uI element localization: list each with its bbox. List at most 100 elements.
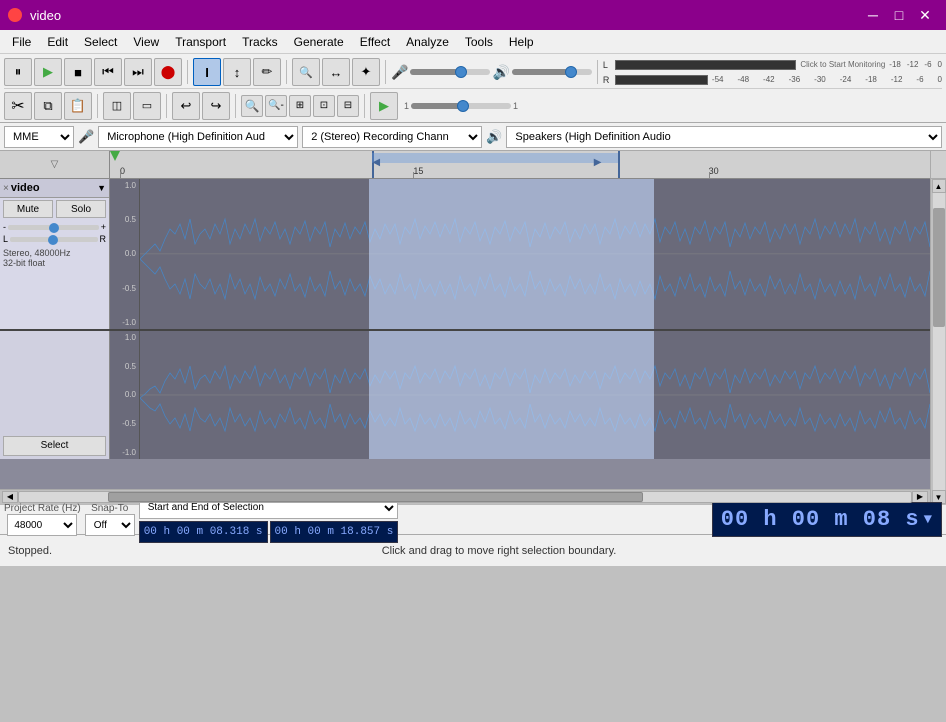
snap-select[interactable]: Off xyxy=(85,514,135,536)
menu-effect[interactable]: Effect xyxy=(352,31,398,53)
device-row: MME 🎤 Microphone (High Definition Aud 2 … xyxy=(0,123,946,151)
menu-transport[interactable]: Transport xyxy=(167,31,234,53)
mic-volume-slider[interactable] xyxy=(410,69,490,75)
mic-device-select[interactable]: Microphone (High Definition Aud xyxy=(98,126,298,148)
redo-button[interactable]: ↪ xyxy=(202,92,230,120)
vscroll-track[interactable] xyxy=(933,193,945,490)
speaker-device-select[interactable]: Speakers (High Definition Audio xyxy=(506,126,942,148)
track2-wave-svg xyxy=(140,331,930,459)
menubar: File Edit Select View Transport Tracks G… xyxy=(0,30,946,54)
track1-solo-button[interactable]: Solo xyxy=(56,200,106,218)
draw-tool[interactable]: ✏ xyxy=(253,58,281,86)
toolbar-sep2 xyxy=(286,60,287,84)
hscroll-left-button[interactable]: ◀ xyxy=(2,491,18,503)
timeshift-tool[interactable]: ↔ xyxy=(322,58,350,86)
vscroll-thumb[interactable] xyxy=(933,208,945,327)
record-button[interactable]: ⬤ xyxy=(154,58,182,86)
close-button[interactable]: ✕ xyxy=(912,2,938,28)
menu-edit[interactable]: Edit xyxy=(39,31,76,53)
multi-tool[interactable]: ✦ xyxy=(352,58,380,86)
menu-view[interactable]: View xyxy=(125,31,167,53)
pan-l-label: L xyxy=(3,234,8,244)
play-at-speed-button[interactable]: ▶ xyxy=(370,92,398,120)
undo-button[interactable]: ↩ xyxy=(172,92,200,120)
track2-waveform[interactable]: 1.0 0.5 0.0 -0.5 -1.0 xyxy=(110,331,930,459)
playback-volume-slider[interactable] xyxy=(512,69,592,75)
track1-bg xyxy=(140,179,930,329)
track1-info: Stereo, 48000Hz 32-bit float xyxy=(0,246,109,270)
host-select[interactable]: MME xyxy=(4,126,74,148)
hscroll-track[interactable] xyxy=(18,491,912,503)
menu-tools[interactable]: Tools xyxy=(457,31,501,53)
track1-close-button[interactable]: × xyxy=(3,183,9,194)
selection-start-input[interactable]: 00 h 00 m 08.318 s xyxy=(139,521,268,543)
stop-button[interactable]: ■ xyxy=(64,58,92,86)
zoom-in-button[interactable]: 🔍 xyxy=(241,95,263,117)
track1-vol-pan: - + L R xyxy=(0,220,109,246)
status-hint: Click and drag to move right selection b… xyxy=(60,545,938,557)
copy-button[interactable]: ⧉ xyxy=(34,92,62,120)
app-title: video xyxy=(30,8,860,23)
menu-file[interactable]: File xyxy=(4,31,39,53)
selection-ruler-highlight xyxy=(372,153,618,163)
vscroll-up-button[interactable]: ▲ xyxy=(932,179,946,193)
toolbar-sep3 xyxy=(385,60,386,84)
track1-mute-button[interactable]: Mute xyxy=(3,200,53,218)
zoom-tool[interactable]: 🔍 xyxy=(292,58,320,86)
track1-pan-slider[interactable] xyxy=(10,237,97,242)
track1-vol-slider[interactable] xyxy=(8,225,99,230)
maximize-button[interactable]: □ xyxy=(886,2,912,28)
zoom-selection-button[interactable]: ⊞ xyxy=(289,95,311,117)
ruler-line-30 xyxy=(709,172,710,178)
zoom-reset-button[interactable]: ⊟ xyxy=(337,95,359,117)
channels-select[interactable]: 2 (Stereo) Recording Chann xyxy=(302,126,482,148)
selection-end-marker xyxy=(618,151,620,178)
minimize-button[interactable]: ─ xyxy=(860,2,886,28)
menu-help[interactable]: Help xyxy=(501,31,542,53)
tracks-section: × video ▼ Mute Solo - + xyxy=(0,179,930,504)
menu-select[interactable]: Select xyxy=(76,31,125,53)
ruler-line-15 xyxy=(413,172,414,178)
envelope-tool[interactable]: ↕ xyxy=(223,58,251,86)
track2-select-area: Select xyxy=(0,433,109,459)
cut-button[interactable]: ✂ xyxy=(4,92,32,120)
toolbar-sep6 xyxy=(166,94,167,118)
ruler-tick-30: 30 xyxy=(709,166,719,176)
play-button[interactable]: ▶ xyxy=(34,58,62,86)
menu-tracks[interactable]: Tracks xyxy=(234,31,286,53)
selection-tool[interactable]: I xyxy=(193,58,221,86)
sel-arrow-right: ▶ xyxy=(594,157,602,168)
zoom-out-button[interactable]: 🔍- xyxy=(265,95,287,117)
vol-minus-label: - xyxy=(3,222,6,232)
selection-end-input[interactable]: 00 h 00 m 18.857 s xyxy=(270,521,399,543)
paste-button[interactable]: 📋 xyxy=(64,92,92,120)
pause-button[interactable]: ⏸ xyxy=(4,58,32,86)
mic-icon: 🎤 xyxy=(391,64,408,81)
track2-select-button[interactable]: Select xyxy=(3,436,106,456)
timeline-ruler[interactable]: 0 15 30 ◀ ▶ xyxy=(110,151,930,179)
toolbar-row2: ✂ ⧉ 📋 ◫ ▭ ↩ ↪ 🔍 🔍- ⊞ ⊡ ⊟ ▶ 1 1 xyxy=(4,88,942,120)
skip-forward-button[interactable]: ⏭ xyxy=(124,58,152,86)
menu-generate[interactable]: Generate xyxy=(286,31,352,53)
titlebar: video ─ □ ✕ xyxy=(0,0,946,30)
silence-button[interactable]: ▭ xyxy=(133,92,161,120)
selection-mode-area: Start and End of Selection 00 h 00 m 08.… xyxy=(139,497,399,543)
project-rate-select[interactable]: 48000 xyxy=(7,514,77,536)
track1-arrow[interactable]: ▼ xyxy=(97,183,106,193)
track1-vol-row: - + xyxy=(3,222,106,232)
time-display: 00 h 00 m 08 s ▼ xyxy=(712,502,942,537)
speed-slider[interactable] xyxy=(411,103,511,109)
track1-waveform[interactable]: 1.0 0.5 0.0 -0.5 -1.0 xyxy=(110,179,930,329)
zoom-fit-button[interactable]: ⊡ xyxy=(313,95,335,117)
pan-r-label: R xyxy=(100,234,107,244)
hscroll-thumb[interactable] xyxy=(108,492,643,502)
time-display-expand[interactable]: ▼ xyxy=(924,512,933,528)
empty-track-area xyxy=(0,459,930,489)
snap-box: Snap-To Off xyxy=(85,503,135,536)
trim-button[interactable]: ◫ xyxy=(103,92,131,120)
track1-mute-solo: Mute Solo xyxy=(0,198,109,220)
menu-analyze[interactable]: Analyze xyxy=(398,31,457,53)
skip-back-button[interactable]: ⏮ xyxy=(94,58,122,86)
speaker-icon: 🔊 xyxy=(492,64,509,81)
toolbar-area: ⏸ ▶ ■ ⏮ ⏭ ⬤ I ↕ ✏ 🔍 ↔ ✦ 🎤 🔊 L xyxy=(0,54,946,123)
